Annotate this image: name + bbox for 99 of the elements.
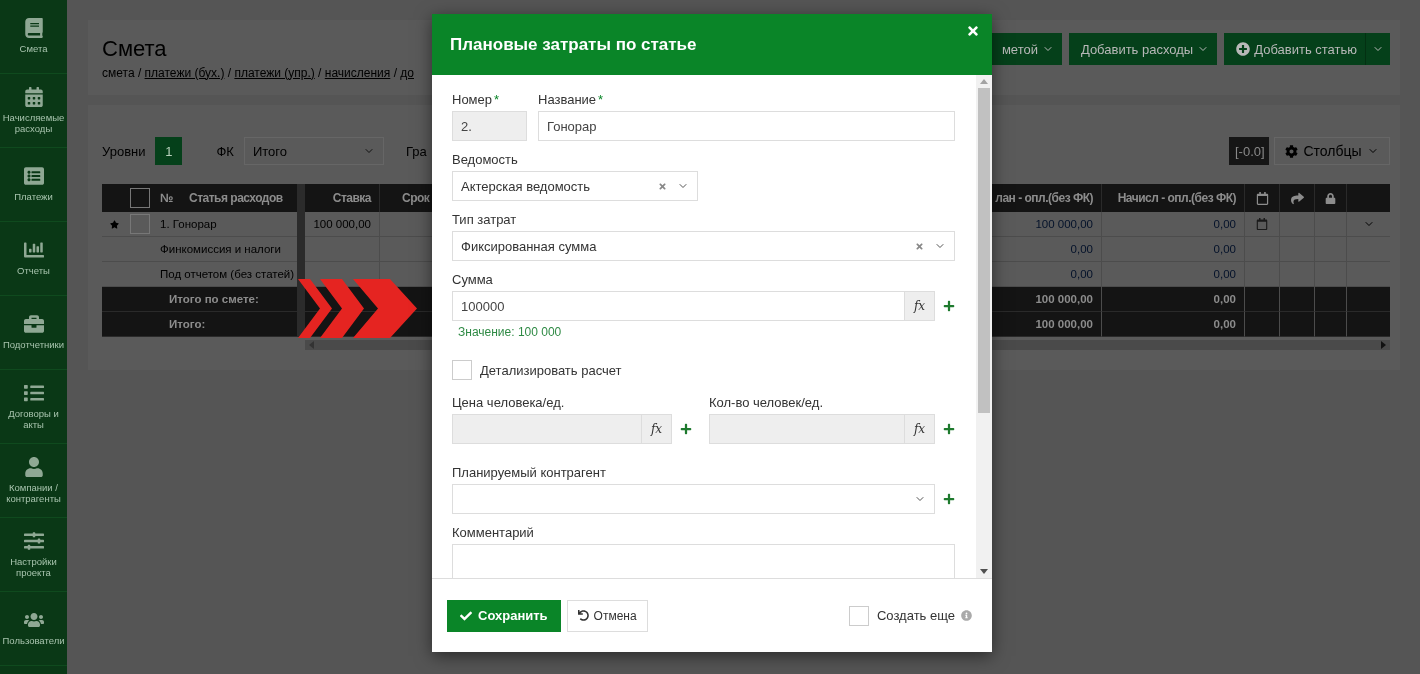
checkbox-label: Создать еще bbox=[876, 608, 955, 623]
clear-icon[interactable] bbox=[915, 241, 924, 251]
field-label: Ведомость bbox=[452, 152, 519, 168]
sliders-icon bbox=[23, 530, 44, 551]
table-cell bbox=[102, 312, 127, 337]
sidebar-item[interactable]: Пользователи bbox=[0, 592, 67, 666]
page-title: Смета bbox=[102, 35, 168, 62]
field-label: Тип затрат bbox=[452, 212, 518, 228]
level-button[interactable]: 1 bbox=[155, 137, 183, 165]
book-icon bbox=[23, 18, 44, 39]
table-cell bbox=[1347, 287, 1390, 312]
calendar-icon bbox=[1255, 191, 1269, 205]
sidebar-item[interactable]: Настройки проекта bbox=[0, 518, 67, 592]
list-icon bbox=[23, 166, 44, 187]
scrollbar[interactable] bbox=[976, 75, 992, 578]
plus-button[interactable] bbox=[943, 423, 955, 435]
share-icon bbox=[1290, 191, 1304, 205]
sidebar-item[interactable]: Компании / контрагенты bbox=[0, 444, 67, 518]
value-hint: Значение: 100 000 bbox=[458, 325, 563, 339]
table-cell bbox=[1245, 262, 1280, 287]
select-field[interactable]: Фиксированная сумма bbox=[452, 231, 955, 261]
column-header[interactable]: лан - опл.(без ФК) bbox=[990, 184, 1102, 212]
table-cell bbox=[1347, 312, 1390, 337]
plus-button[interactable] bbox=[943, 300, 955, 312]
table-cell bbox=[1315, 312, 1347, 337]
table-cell bbox=[1315, 262, 1347, 287]
field-label: Название* bbox=[538, 92, 605, 108]
precision-button[interactable]: [-0.0] bbox=[1229, 137, 1269, 165]
info-icon[interactable] bbox=[961, 610, 972, 621]
user-icon bbox=[23, 456, 44, 477]
star-icon[interactable] bbox=[110, 218, 119, 230]
formula-button[interactable]: fx bbox=[905, 291, 935, 321]
table-cell: 100 000,00 bbox=[305, 212, 380, 237]
caret-button[interactable] bbox=[1365, 33, 1390, 65]
bar-chart-icon bbox=[23, 240, 44, 261]
table-cell bbox=[1280, 287, 1315, 312]
settings-icon bbox=[1285, 144, 1299, 158]
sidebar-item[interactable]: Договоры и акты bbox=[0, 370, 67, 444]
sidebar-item[interactable]: Смета bbox=[0, 0, 67, 74]
field-label: Номер* bbox=[452, 92, 501, 108]
table-cell bbox=[1245, 287, 1280, 312]
table-cell: Итого: bbox=[152, 312, 297, 337]
filter-label: Гра bbox=[405, 143, 427, 159]
table-cell: 0,00 bbox=[1102, 287, 1245, 312]
select-field[interactable] bbox=[452, 484, 935, 514]
field-label: Цена человека/ед. bbox=[452, 395, 566, 411]
sidebar-item[interactable]: Отчеты bbox=[0, 222, 67, 296]
list-icon bbox=[23, 382, 44, 403]
checkbox[interactable] bbox=[452, 360, 472, 380]
table-cell bbox=[1315, 287, 1347, 312]
add-button[interactable]: Добавить статью bbox=[1224, 33, 1365, 65]
table-cell bbox=[1280, 262, 1315, 287]
table-cell: 100 000,00 bbox=[990, 212, 1102, 237]
filter-label: ФК bbox=[216, 143, 234, 159]
calendar-icon[interactable] bbox=[1256, 218, 1268, 230]
table-cell: 100 000,00 bbox=[990, 287, 1102, 312]
undo-icon bbox=[577, 610, 589, 621]
table-cell bbox=[1245, 312, 1280, 337]
sidebar-item[interactable]: Начисляемые расходы bbox=[0, 74, 67, 148]
lock-icon bbox=[1325, 192, 1336, 204]
filter-label: Уровни bbox=[102, 143, 146, 159]
clear-icon[interactable] bbox=[658, 181, 667, 191]
column-header[interactable]: Начисл - опл.(без ФК) bbox=[1102, 184, 1245, 212]
field-label: Планируемый контрагент bbox=[452, 465, 607, 481]
calendar-icon bbox=[23, 86, 44, 107]
sidebar-item[interactable]: Подотчетники bbox=[0, 296, 67, 370]
sidebar-item[interactable]: Платежи bbox=[0, 148, 67, 222]
column-header[interactable]: Ставка bbox=[305, 184, 380, 212]
field-label: Комментарий bbox=[452, 525, 535, 541]
table-cell: 100 000,00 bbox=[990, 312, 1102, 337]
field-label: Кол-во человек/ед. bbox=[709, 395, 824, 411]
modal-title: Плановые затраты по статье bbox=[450, 34, 697, 55]
column-header[interactable]: Статья расходов bbox=[185, 184, 297, 212]
table-cell: 0,00 bbox=[1102, 262, 1245, 287]
table-cell: 0,00 bbox=[1102, 312, 1245, 337]
input-field[interactable]: Гонорар bbox=[538, 111, 955, 141]
column-header[interactable]: № bbox=[152, 184, 185, 212]
table-cell bbox=[102, 287, 127, 312]
close-icon bbox=[966, 24, 980, 38]
select-field[interactable]: Актерская ведомость bbox=[452, 171, 698, 201]
breadcrumb: смета / платежи (бух.) / платежи (упр.) / начисления / до bbox=[102, 65, 414, 80]
input-field[interactable]: 100000 bbox=[452, 291, 905, 321]
table-cell: 0,00 bbox=[1102, 237, 1245, 262]
table-cell: 0,00 bbox=[1102, 212, 1245, 237]
dropdown-button[interactable]: Добавить расходы bbox=[1068, 33, 1218, 65]
table-cell: 0,00 bbox=[990, 262, 1102, 287]
briefcase-icon bbox=[23, 314, 44, 335]
table-cell: 0,00 bbox=[990, 237, 1102, 262]
checkbox-label: Детализировать расчет bbox=[480, 362, 622, 378]
dropdown-button[interactable]: метой bbox=[989, 33, 1062, 65]
checkbox[interactable] bbox=[848, 605, 869, 626]
save-button[interactable]: Сохранить bbox=[447, 599, 561, 632]
table-cell: Итого по смете: bbox=[152, 287, 297, 312]
table-cell bbox=[1280, 312, 1315, 337]
field-label: Сумма bbox=[452, 272, 494, 288]
plus-button[interactable] bbox=[943, 493, 955, 505]
cancel-button[interactable]: Отмена bbox=[566, 599, 648, 632]
check-icon bbox=[460, 609, 472, 622]
plus-button[interactable] bbox=[680, 423, 692, 435]
